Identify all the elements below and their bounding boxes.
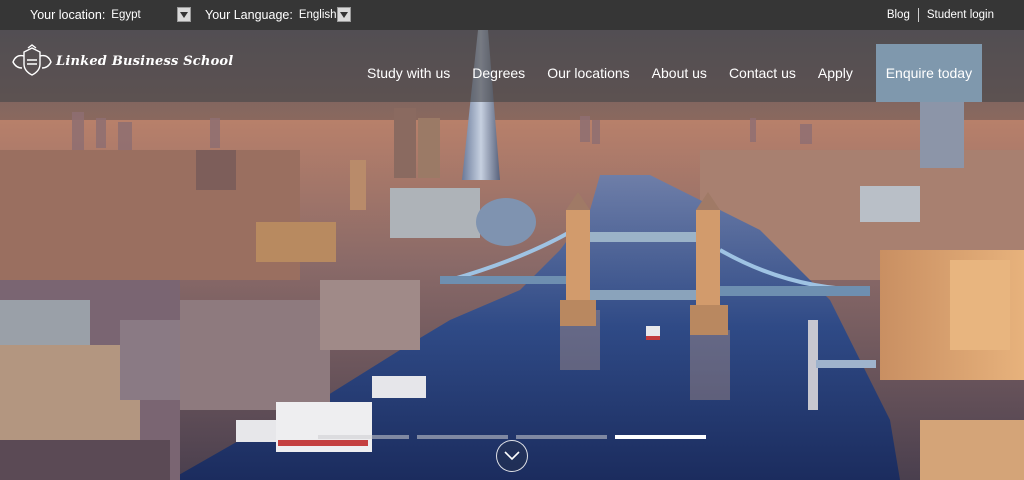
language-value[interactable]: English (299, 9, 337, 21)
top-links: Blog Student login (887, 0, 994, 30)
enquire-today-label: Enquire today (885, 65, 973, 81)
nav-item-our-locations[interactable]: Our locations (536, 44, 640, 102)
carousel-indicator-3[interactable] (516, 435, 607, 439)
brand-logo[interactable]: Linked Business School (10, 44, 233, 78)
language-label: Your Language: (205, 8, 293, 22)
location-selector: Your location: Egypt (30, 0, 141, 30)
carousel-indicator-1[interactable] (318, 435, 409, 439)
student-login-link[interactable]: Student login (927, 9, 994, 21)
nav-item-degrees[interactable]: Degrees (461, 44, 536, 102)
location-dropdown-button[interactable] (177, 7, 191, 22)
carousel-indicator-2[interactable] (417, 435, 508, 439)
primary-navigation: Study with us Degrees Our locations Abou… (356, 44, 982, 102)
scroll-down-button[interactable] (496, 440, 528, 472)
nav-item-apply[interactable]: Apply (807, 44, 864, 102)
carousel-indicators (318, 435, 706, 439)
language-dropdown-button[interactable] (337, 7, 351, 22)
crest-icon (12, 44, 52, 76)
top-utility-bar: Your location: Egypt Your Language: Engl… (0, 0, 1024, 30)
location-value[interactable]: Egypt (111, 9, 140, 21)
blog-link[interactable]: Blog (887, 9, 910, 21)
nav-item-study-with-us[interactable]: Study with us (356, 44, 461, 102)
chevron-down-icon (180, 11, 188, 18)
divider (917, 8, 919, 22)
nav-item-about-us[interactable]: About us (641, 44, 718, 102)
location-label: Your location: (30, 8, 106, 22)
carousel-indicator-4[interactable] (615, 435, 706, 439)
language-selector: Your Language: English (205, 0, 337, 30)
nav-item-contact-us[interactable]: Contact us (718, 44, 807, 102)
brand-name: Linked Business School (56, 53, 234, 69)
chevron-down-icon (340, 11, 348, 18)
main-navbar: Linked Business School Study with us Deg… (0, 30, 1024, 102)
enquire-today-button[interactable]: Enquire today (875, 44, 982, 102)
chevron-down-icon (504, 451, 520, 461)
